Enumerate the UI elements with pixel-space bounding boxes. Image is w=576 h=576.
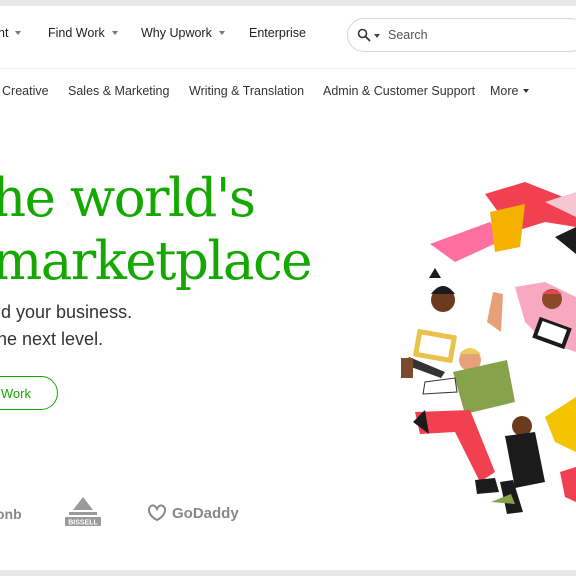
nav-find-work[interactable]: Find Work [48,26,118,40]
airbnb-logo: onb [0,506,22,522]
godaddy-icon [148,504,166,522]
chevron-down-icon [111,31,118,35]
chevron-down-icon [15,31,22,35]
hero-headline-line1: he world's [0,168,256,229]
search-type-dropdown-icon[interactable] [374,34,380,38]
nav-hire-talent[interactable]: nt [0,26,22,40]
hero-headline-line2: marketplace [0,231,313,292]
category-more-label: More [490,84,519,98]
category-navigation: Creative Sales & Marketing Writing & Tra… [0,84,576,106]
find-work-button-label: Work [0,385,31,401]
page: nt Find Work Why Upwork Enterprise Searc… [0,6,576,570]
nav-enterprise[interactable]: Enterprise [249,26,306,40]
nav-why-upwork-label: Why Upwork [141,26,212,40]
category-more[interactable]: More [490,84,530,98]
find-work-button[interactable]: Work [0,376,58,410]
hero-illustration [401,182,576,522]
category-creative[interactable]: Creative [2,84,49,98]
hero-subtitle-line1: ld your business. [0,302,133,322]
nav-hire-talent-label: nt [0,26,9,40]
hero-subtitle-line2: he next level. [0,329,104,349]
category-writing-translation[interactable]: Writing & Translation [189,84,304,98]
category-admin-support[interactable]: Admin & Customer Support [323,84,475,98]
trusted-by-logos: onb BISSELL GoDaddy [0,494,300,534]
nav-divider [0,68,576,69]
chevron-down-icon [218,31,225,35]
nav-find-work-label: Find Work [48,26,105,40]
bissell-wordmark: BISSELL [68,519,98,526]
nav-why-upwork[interactable]: Why Upwork [141,26,225,40]
chevron-down-icon [523,89,530,93]
search-icon[interactable] [357,28,371,42]
godaddy-logo: GoDaddy [146,504,239,522]
search-bar[interactable]: Search [347,18,576,52]
godaddy-wordmark: GoDaddy [172,504,239,522]
bissell-logo: BISSELL [65,497,101,526]
search-input[interactable]: Search [388,28,428,42]
nav-enterprise-label: Enterprise [249,26,306,40]
category-sales-marketing[interactable]: Sales & Marketing [68,84,169,98]
top-navigation: nt Find Work Why Upwork Enterprise Searc… [0,6,576,62]
